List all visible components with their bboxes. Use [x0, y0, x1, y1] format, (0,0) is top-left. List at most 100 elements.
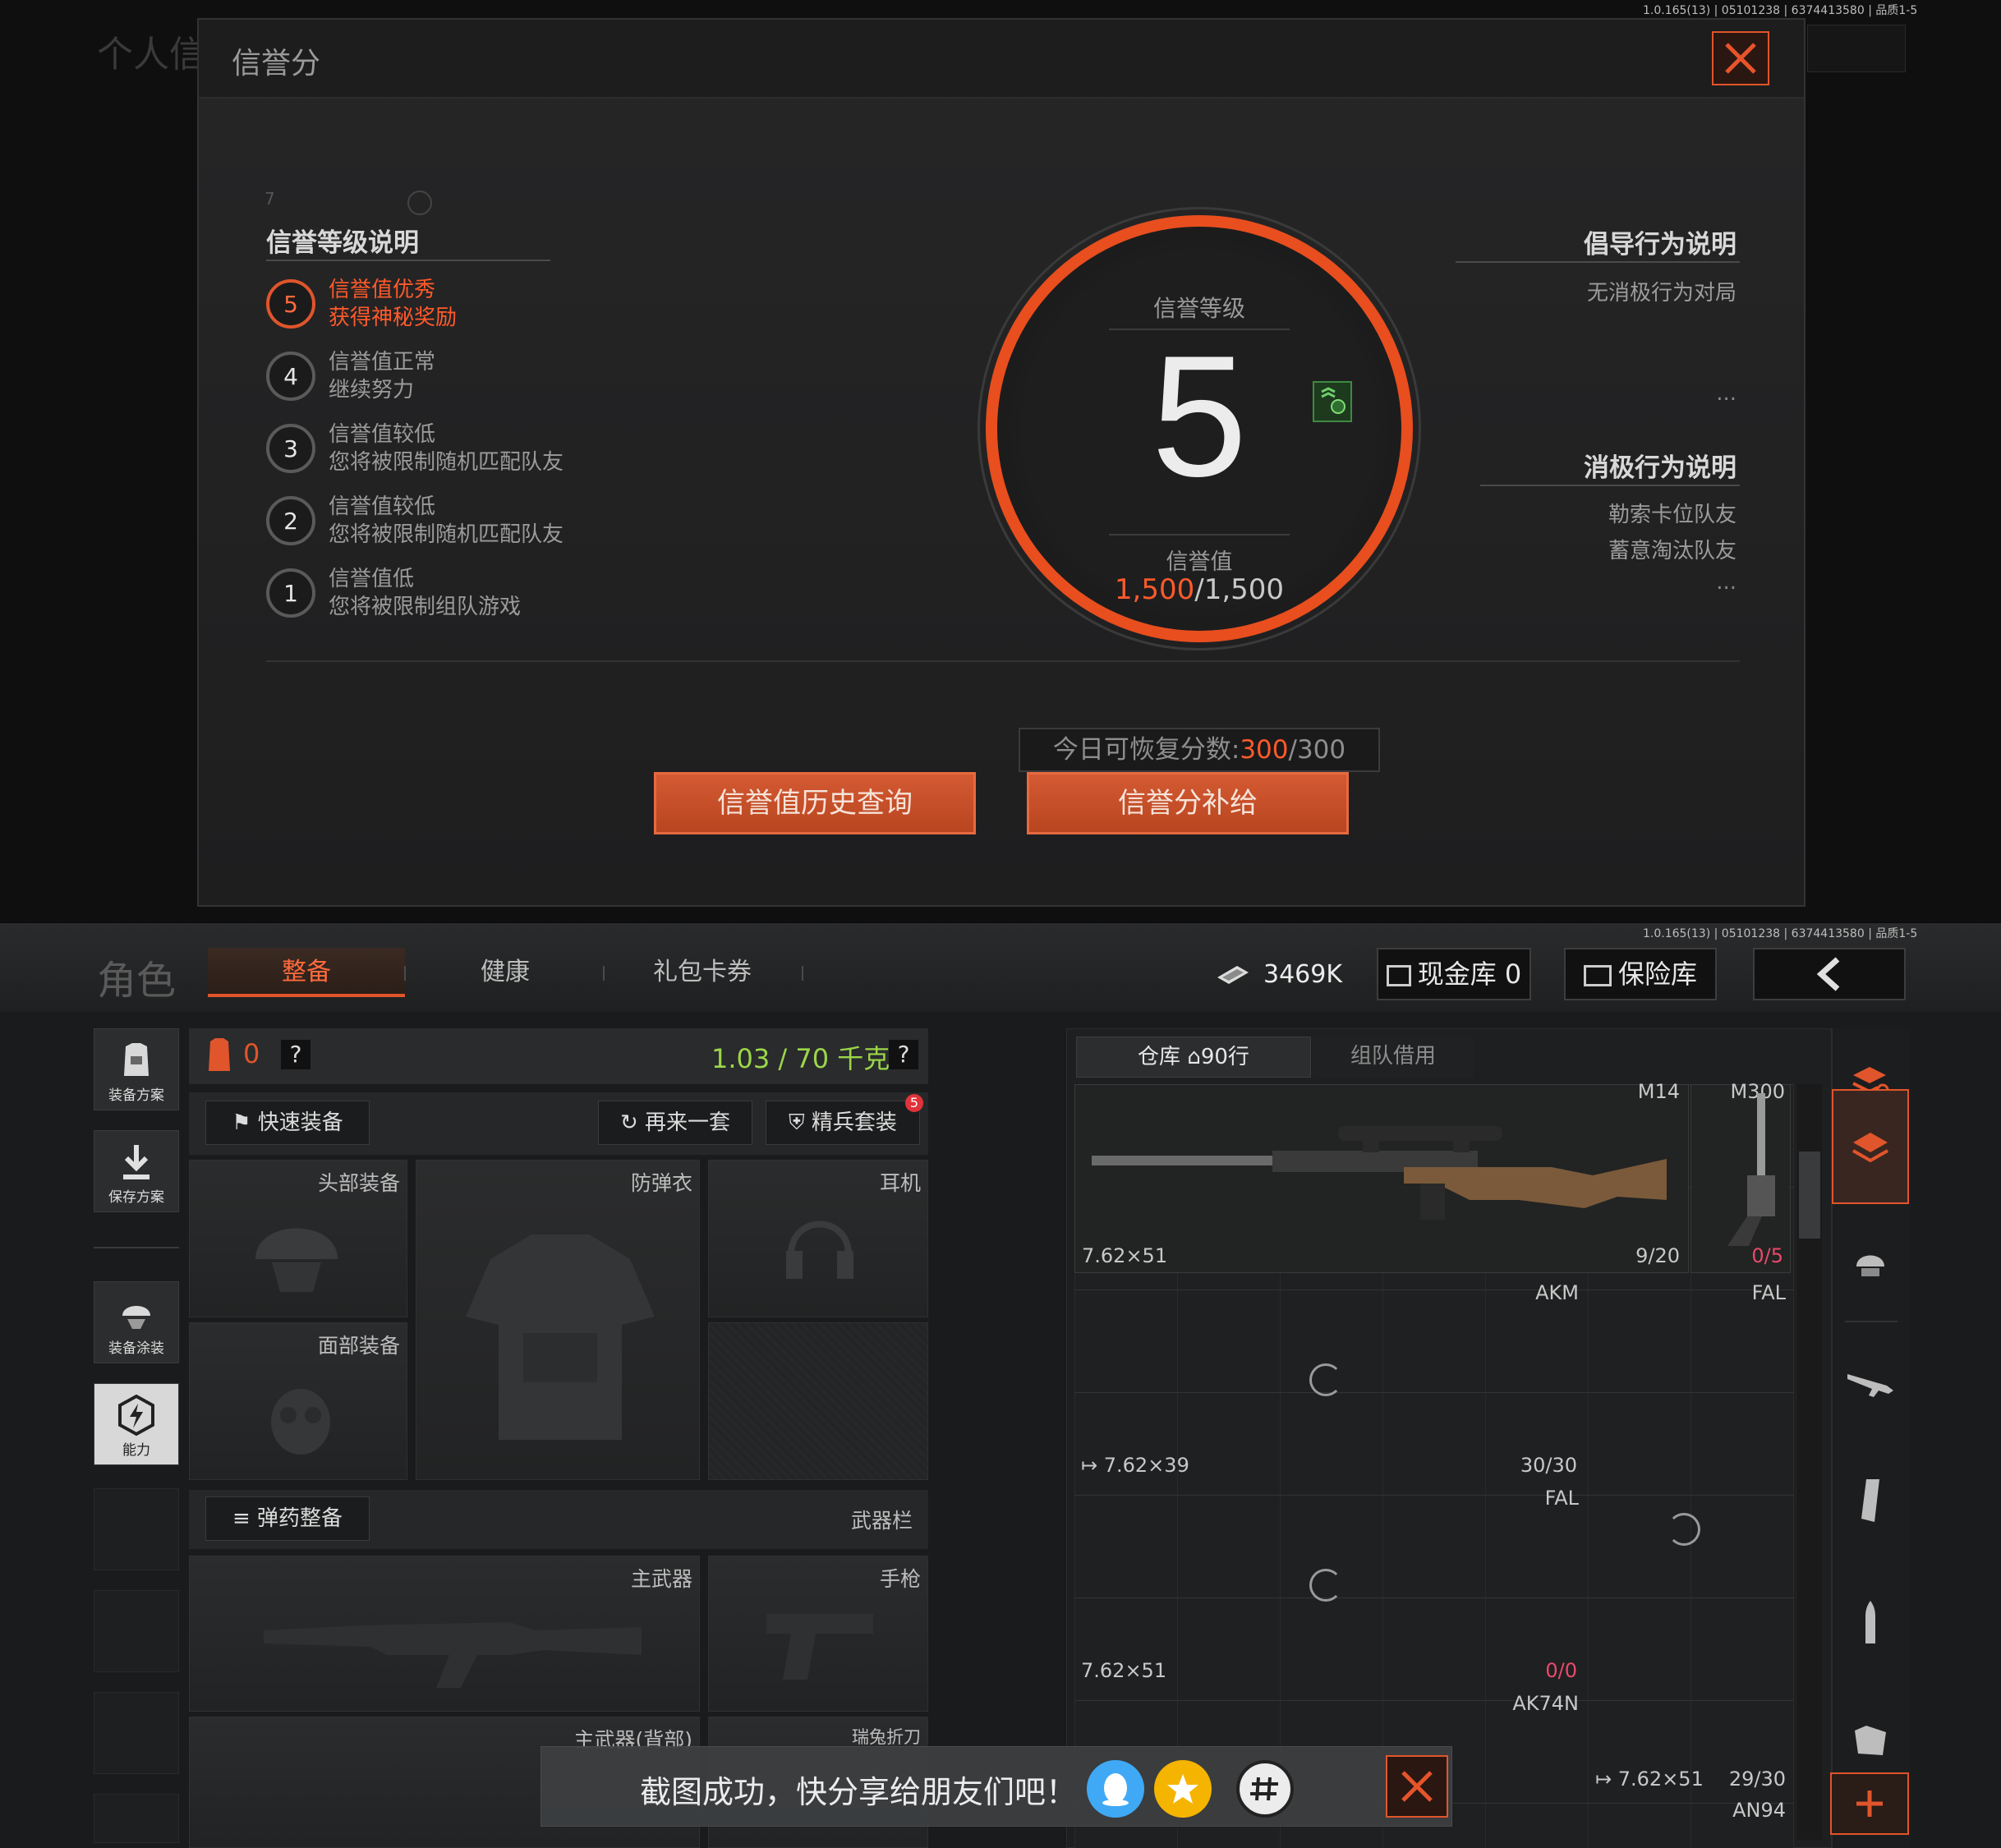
category-selected-tab[interactable]	[1832, 1089, 1909, 1204]
ability-icon	[94, 1394, 178, 1437]
level-value: 5	[1151, 319, 1248, 513]
item-an94[interactable]: ↦ 7.62×51 29/30 AN94	[1587, 1754, 1794, 1848]
empty-slot	[94, 1692, 179, 1774]
item-akm[interactable]: AKM ↦ 7.62×39 30/30	[1074, 1276, 1585, 1482]
version-text: 1.0.165(13) | 05101238 | 6374413580 | 品质…	[1643, 4, 1918, 17]
rank-badge-icon[interactable]	[1313, 381, 1352, 422]
bullet-icon	[1865, 1601, 1875, 1643]
negative-title: 消极行为说明	[1584, 453, 1736, 483]
help-button[interactable]: ?	[281, 1040, 310, 1069]
level-badge: 2	[266, 496, 315, 545]
version-text: 1.0.165(13) | 05101238 | 6374413580 | 品质…	[1643, 927, 1918, 940]
share-qzone-button[interactable]	[1154, 1760, 1212, 1818]
level-row-4: 4 信誉值正常 继续努力	[266, 347, 595, 406]
equipment-screen: 1.0.165(13) | 05101238 | 6374413580 | 品质…	[0, 923, 2001, 1848]
helmet-icon	[255, 1228, 338, 1292]
head-slot[interactable]: 头部装备	[189, 1160, 407, 1317]
safe-vault-button[interactable]: 保险库	[1564, 948, 1717, 1000]
tab-equip[interactable]: 整备	[208, 948, 405, 997]
hash-icon	[1250, 1777, 1278, 1801]
face-slot[interactable]: 面部装备	[189, 1322, 407, 1480]
level-row-5: 5 信誉值优秀 获得神秘奖励	[266, 274, 595, 333]
close-button[interactable]	[1712, 31, 1769, 85]
elite-badge: 5	[905, 1094, 923, 1112]
ability-button[interactable]: 能力	[94, 1383, 179, 1465]
back-button[interactable]	[1753, 948, 1906, 1000]
item-m14[interactable]: M14 7.62×51 9/20	[1074, 1080, 1689, 1273]
vest-slot[interactable]: 防弹衣	[416, 1160, 700, 1480]
category-gear-tab[interactable]	[1832, 1702, 1909, 1779]
refresh-icon: ↻	[619, 1110, 646, 1135]
page-title: 角色	[97, 958, 177, 1004]
weapon-bar-label: 武器栏	[851, 1509, 913, 1533]
category-magazine-tab[interactable]	[1832, 1462, 1909, 1539]
level-badge: 4	[266, 352, 315, 401]
share-qq-button[interactable]	[1087, 1760, 1144, 1818]
armor-icon	[205, 1037, 233, 1073]
category-ammo-tab[interactable]	[1832, 1584, 1909, 1661]
level-badge: 3	[266, 424, 315, 473]
item-fal-a[interactable]: FAL	[1587, 1276, 1794, 1482]
screenshot-toast: 截图成功，快分享给朋友们吧！	[540, 1746, 1452, 1827]
pistol-slot[interactable]: 手枪	[708, 1556, 928, 1712]
level-row-2: 2 信誉值较低 您将被限制随机匹配队友	[266, 491, 595, 550]
save-plan-button[interactable]: 保存方案	[94, 1130, 179, 1212]
score-supply-button[interactable]: 信誉分补给	[1027, 772, 1349, 834]
empty-slot	[94, 1794, 179, 1843]
rifle-icon	[1847, 1374, 1893, 1397]
attach-icon: ↦	[1081, 1454, 1104, 1477]
headset-slot[interactable]: 耳机	[708, 1160, 928, 1317]
pistol-silhouette-icon	[766, 1614, 873, 1680]
primary-weapon-slot[interactable]: 主武器	[189, 1556, 700, 1712]
level-label: 信誉等级	[1152, 295, 1245, 322]
headset-icon	[786, 1221, 853, 1279]
tab-storage[interactable]: 仓库 ⌂90行	[1076, 1037, 1311, 1078]
level-badge: 1	[266, 568, 315, 618]
quick-equip-button[interactable]: ⚑ 快速装备	[205, 1101, 370, 1145]
dialog-title: 信誉分	[232, 47, 321, 80]
level-description: 信誉值较低 您将被限制随机匹配队友	[329, 494, 564, 547]
revolver-icon	[1727, 1093, 1775, 1246]
scrollbar-thumb[interactable]	[1799, 1152, 1820, 1239]
add-button[interactable]	[1830, 1772, 1909, 1835]
equip-plan-button[interactable]: 装备方案	[94, 1028, 179, 1110]
credit-level-ring: 信誉等级 5 信誉值 1,500/1,500	[978, 207, 1421, 650]
tab-health[interactable]: 健康	[411, 948, 600, 997]
plus-icon	[1856, 1791, 1883, 1817]
ammo-prep-button[interactable]: ≡ 弹药整备	[205, 1496, 370, 1541]
cash-vault-button[interactable]: 现金库 0	[1377, 948, 1531, 1000]
equip-paint-button[interactable]: 装备涂装	[94, 1281, 179, 1363]
close-icon	[1401, 1771, 1433, 1802]
repeat-set-button[interactable]: ↻ 再来一套	[598, 1101, 752, 1145]
category-armor-tab[interactable]	[1832, 1224, 1909, 1301]
tab-team-borrow[interactable]: 组队借用	[1313, 1037, 1474, 1078]
credit-score-screen: 1.0.165(13) | 05101238 | 6374413580 | 品质…	[0, 0, 2001, 922]
elite-set-button[interactable]: ⛨ 精兵套装	[766, 1101, 920, 1145]
weight-indicator: 1.03 / 70 千克	[711, 1043, 890, 1074]
item-m300[interactable]: M300 0/5	[1690, 1080, 1791, 1273]
level-description: 信誉值低 您将被限制组队游戏	[329, 567, 522, 619]
body-armor-icon	[466, 1234, 655, 1440]
layers-icon	[1852, 1133, 1888, 1163]
vest-gear-icon	[1855, 1726, 1886, 1755]
positive-divider	[1456, 261, 1740, 263]
positive-title: 倡导行为说明	[1584, 230, 1736, 260]
tab-gift-coupons[interactable]: 礼包卡券	[608, 948, 797, 997]
level-description: 信誉值正常 继续努力	[329, 350, 436, 402]
category-gun-tab[interactable]	[1832, 1344, 1909, 1421]
helmet-armor-icon	[1856, 1255, 1884, 1276]
more-dots: ...	[1716, 570, 1736, 595]
attach-icon: ↦	[1595, 1768, 1618, 1791]
gasmask-icon	[271, 1389, 330, 1455]
history-query-button[interactable]: 信誉值历史查询	[654, 772, 976, 834]
loading-spinner-icon	[1309, 1363, 1342, 1396]
rifle-silhouette-icon	[264, 1622, 642, 1688]
loading-spinner-icon	[1309, 1569, 1342, 1602]
share-wechat-button[interactable]	[1236, 1760, 1294, 1818]
empty-equipment-slot	[708, 1322, 928, 1480]
weight-help-button[interactable]: ?	[889, 1040, 918, 1069]
background-back-button	[1807, 25, 1906, 72]
deco-number: 7	[264, 189, 275, 209]
toast-close-button[interactable]	[1386, 1755, 1448, 1818]
item-fal-b[interactable]: FAL 7.62×51 0/0	[1074, 1482, 1585, 1687]
